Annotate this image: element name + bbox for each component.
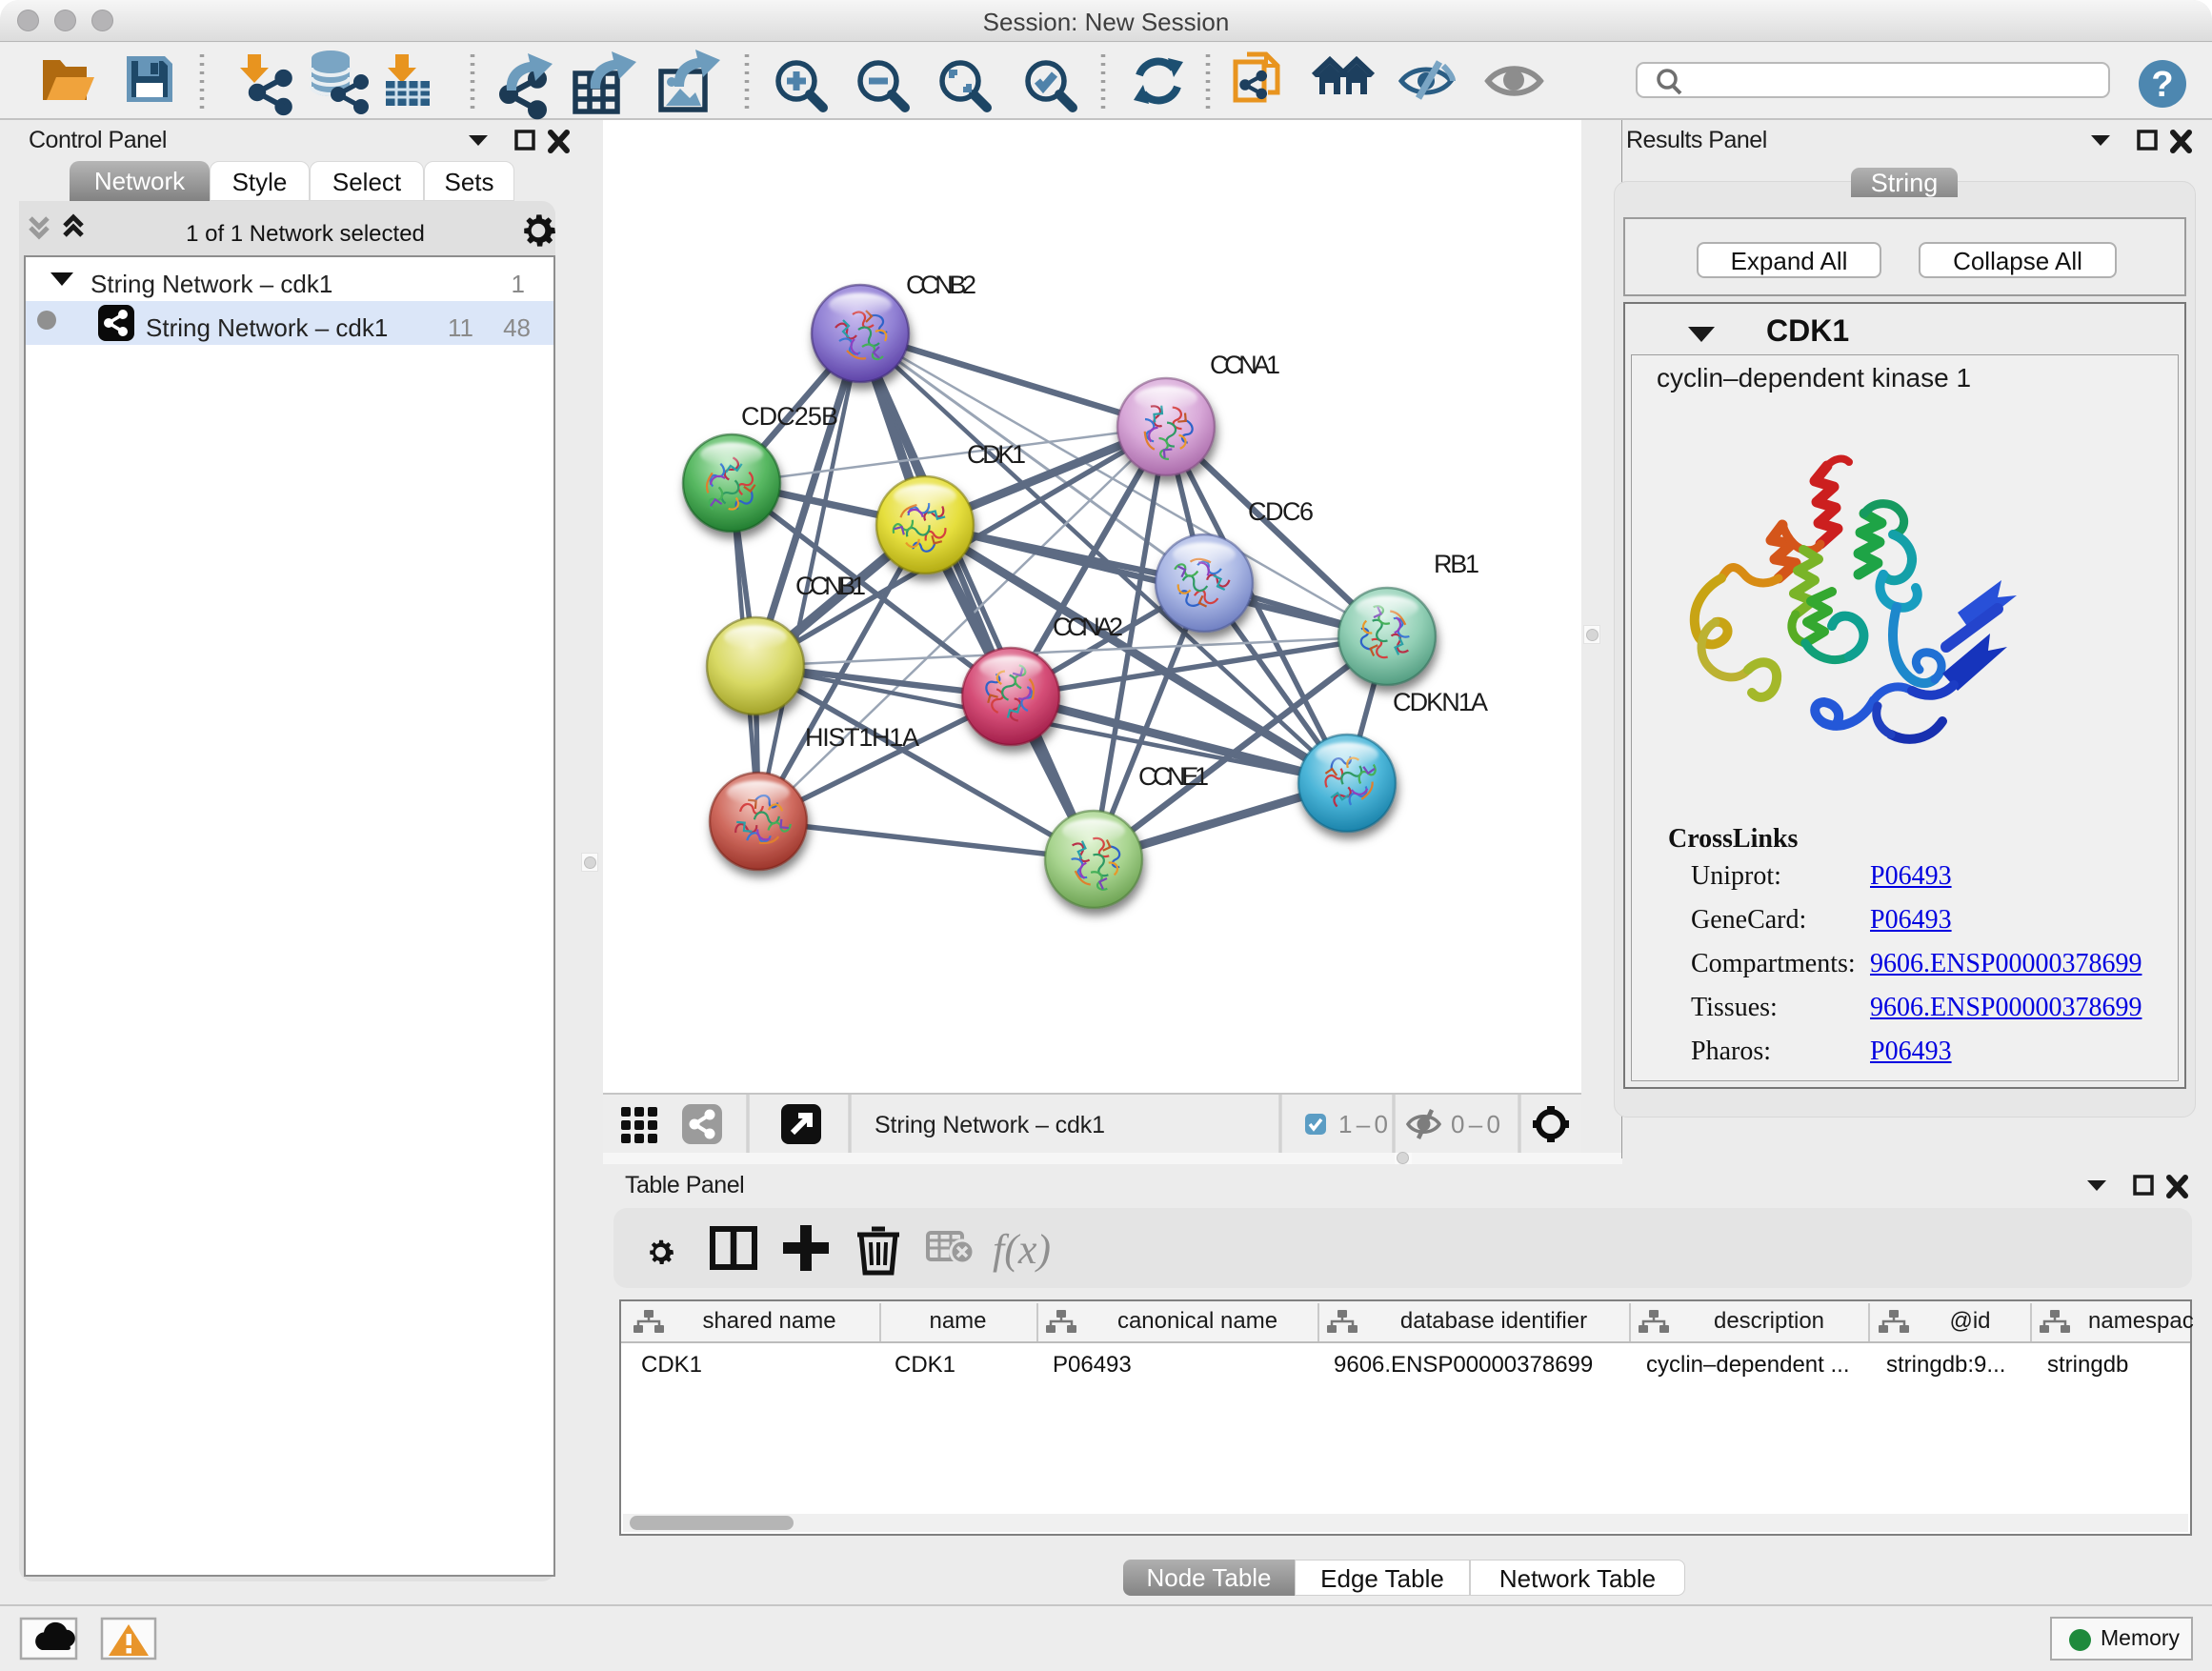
- svg-text:CDC6: CDC6: [1248, 497, 1314, 526]
- svg-text:f(x): f(x): [993, 1226, 1051, 1273]
- svg-text:CCNE1: CCNE1: [1138, 762, 1209, 791]
- svg-text:HIST1H1A: HIST1H1A: [805, 723, 919, 752]
- svg-text:CCNB2: CCNB2: [906, 271, 976, 299]
- svg-text:CDK1: CDK1: [967, 440, 1026, 469]
- svg-text:RB1: RB1: [1434, 550, 1479, 578]
- svg-text:0 – 0: 0 – 0: [1451, 1110, 1500, 1138]
- svg-text:CCNB1: CCNB1: [795, 572, 866, 600]
- svg-text:CCNA2: CCNA2: [1053, 613, 1123, 641]
- svg-text:CCNA1: CCNA1: [1210, 351, 1280, 379]
- svg-text:?: ?: [2151, 65, 2173, 105]
- svg-text:String Network – cdk1: String Network – cdk1: [875, 1112, 1105, 1138]
- svg-text:1 – 0: 1 – 0: [1338, 1110, 1388, 1138]
- svg-text:CDC25B: CDC25B: [741, 402, 838, 431]
- svg-text:CDKN1A: CDKN1A: [1393, 688, 1488, 716]
